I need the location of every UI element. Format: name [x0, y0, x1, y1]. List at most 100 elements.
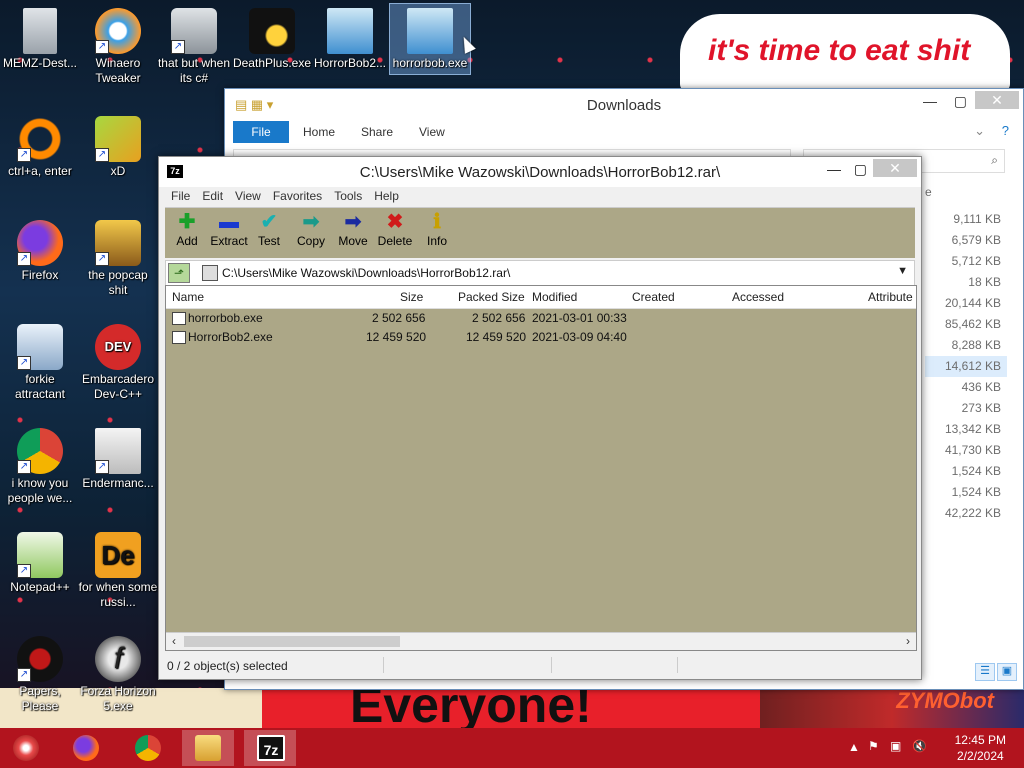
show-hidden-icons-icon[interactable]: ▲ — [848, 740, 860, 754]
explorer-titlebar[interactable]: ▤ ▦ ▾ Downloads — ▢ ✕ — [225, 89, 1023, 119]
path-text[interactable]: C:\Users\Mike Wazowski\Downloads\HorrorB… — [222, 266, 510, 280]
plus-icon: ✚ — [178, 211, 196, 233]
details-view-icon[interactable]: ☰ — [975, 663, 995, 681]
column-header-size-partial[interactable]: e — [925, 185, 932, 199]
file-name: HorrorBob2.exe — [188, 330, 273, 344]
file-size: 6,579 KB — [951, 233, 1001, 247]
column-header-packed-size[interactable]: Packed Size — [458, 290, 525, 304]
add-button[interactable]: ✚ Add — [165, 210, 209, 248]
desktop-icon-notepadpp[interactable]: ↗ Notepad++ — [0, 528, 80, 595]
papers-please-icon: ↗ — [17, 636, 63, 682]
chevron-down-icon[interactable]: ▼ — [897, 265, 908, 277]
desktop-icon-xd[interactable]: ↗ xD — [78, 112, 158, 179]
desktop-icon-label: the popcap shit — [88, 268, 148, 297]
chrome-icon: ↗ — [17, 428, 63, 474]
flag-icon[interactable]: ⚑ — [868, 739, 879, 753]
desktop-icon-label: Embarcadero Dev-C++ — [81, 372, 155, 401]
desktop-icon-csharp[interactable]: ↗ that but when its c# — [154, 4, 234, 86]
taskbar-chrome[interactable] — [122, 730, 174, 766]
desktop-icon-deathplus[interactable]: DeathPlus.exe — [232, 4, 312, 71]
table-row[interactable]: horrorbob.exe 2 502 656 2 502 656 2021-0… — [166, 309, 916, 328]
file-modified: 2021-03-09 04:40 — [532, 330, 627, 344]
desktop-icon-forkie[interactable]: ↗ forkie attractant — [0, 320, 80, 402]
menu-file[interactable]: File — [165, 187, 196, 205]
column-header-attributes[interactable]: Attribute — [868, 290, 913, 304]
notepadpp-icon: ↗ — [17, 532, 63, 578]
volume-muted-icon[interactable]: 🔇 — [912, 739, 927, 753]
file-size: 41,730 KB — [944, 443, 1001, 457]
ribbon-tab-view[interactable]: View — [419, 125, 445, 139]
desktop-icon-popcap[interactable]: ↗ the popcap shit — [78, 216, 158, 298]
taskbar-firefox[interactable] — [60, 730, 112, 766]
desktop-icon-endermanch[interactable]: ↗ Endermanc... — [78, 424, 158, 491]
extract-button[interactable]: ▬ Extract — [207, 210, 251, 248]
scrollbar-thumb[interactable] — [184, 636, 400, 647]
winaero-icon: ↗ — [95, 8, 141, 54]
minimize-button[interactable]: — — [923, 93, 937, 109]
desktop-icon-label: Firefox — [21, 268, 59, 282]
desktop-icon-ctrl-a[interactable]: ↗ ctrl+a, enter — [0, 112, 80, 179]
minimize-button[interactable]: — — [827, 161, 841, 177]
7zip-window[interactable]: 7z C:\Users\Mike Wazowski\Downloads\Horr… — [158, 156, 922, 680]
scroll-left-icon[interactable]: ‹ — [166, 634, 182, 648]
column-header-modified[interactable]: Modified — [532, 290, 577, 304]
menu-help[interactable]: Help — [368, 187, 405, 205]
move-button[interactable]: ➡ Move — [331, 210, 375, 248]
file-size: 20,144 KB — [944, 296, 1001, 310]
test-button[interactable]: ✔ Test — [247, 210, 291, 248]
maximize-button[interactable]: ▢ — [954, 93, 967, 110]
7zip-title: C:\Users\Mike Wazowski\Downloads\HorrorB… — [359, 164, 721, 181]
desktop-icon-papers-please[interactable]: ↗ Papers, Please — [0, 632, 80, 714]
info-button[interactable]: ℹ Info — [415, 210, 459, 248]
app-window-shield-icon — [407, 8, 453, 54]
ribbon-tab-home[interactable]: Home — [303, 125, 335, 139]
add-label: Add — [176, 234, 198, 248]
desktop-icon-forza[interactable]: f Forza Horizon 5.exe — [78, 632, 158, 714]
up-folder-icon[interactable]: ⬏ — [168, 263, 190, 283]
close-button[interactable]: ✕ — [975, 91, 1019, 109]
7zip-file-list[interactable]: Name Size Packed Size Modified Created A… — [165, 285, 917, 651]
desktop-icon-label: that but when its c# — [157, 56, 231, 85]
start-button[interactable] — [0, 730, 52, 766]
chevron-down-icon[interactable]: ⌄ — [974, 123, 985, 139]
delete-button[interactable]: ✖ Delete — [373, 210, 417, 248]
archive-icon — [202, 265, 218, 281]
close-button[interactable]: ✕ — [873, 159, 917, 177]
taskbar-7zip[interactable]: 7z — [244, 730, 296, 766]
extract-label: Extract — [210, 234, 248, 248]
menu-view[interactable]: View — [229, 187, 267, 205]
ribbon-tab-file[interactable]: File — [233, 121, 289, 143]
taskbar-file-explorer[interactable] — [182, 730, 234, 766]
horizontal-scrollbar[interactable]: ‹ › — [166, 632, 916, 650]
desktop-icon-horrorbob2[interactable]: HorrorBob2... — [310, 4, 390, 71]
desktop-icon-winaero[interactable]: ↗ Winaero Tweaker — [78, 4, 158, 86]
help-icon[interactable]: ? — [1002, 123, 1009, 138]
desktop-icon-chrome[interactable]: ↗ i know you people we... — [0, 424, 80, 506]
desktop-icon-label: for when some russi... — [78, 580, 158, 609]
file-packed-size: 2 502 656 — [472, 311, 526, 325]
menu-edit[interactable]: Edit — [196, 187, 229, 205]
desktop-icon-russi[interactable]: De for when some russi... — [78, 528, 158, 610]
large-icons-view-icon[interactable]: ▣ — [997, 663, 1017, 681]
network-icon[interactable]: ▣ — [890, 739, 901, 753]
menu-tools[interactable]: Tools — [328, 187, 368, 205]
ribbon-tab-share[interactable]: Share — [361, 125, 393, 139]
desktop-icon-label: ctrl+a, enter — [8, 164, 72, 178]
clock[interactable]: 12:45 PM 2/2/2024 — [955, 732, 1006, 764]
desktop-icon-devcpp[interactable]: DEV Embarcadero Dev-C++ — [78, 320, 158, 402]
desktop-icon-firefox[interactable]: ↗ Firefox — [0, 216, 80, 283]
column-header-name[interactable]: Name — [172, 290, 204, 304]
maximize-button[interactable]: ▢ — [854, 161, 867, 178]
move-label: Move — [338, 234, 368, 248]
7zip-titlebar[interactable]: 7z C:\Users\Mike Wazowski\Downloads\Horr… — [159, 157, 921, 187]
column-header-size[interactable]: Size — [400, 290, 423, 304]
menu-favorites[interactable]: Favorites — [267, 187, 328, 205]
table-row[interactable]: HorrorBob2.exe 12 459 520 12 459 520 202… — [166, 328, 916, 347]
shortcut-arrow-icon: ↗ — [17, 148, 31, 162]
column-header-accessed[interactable]: Accessed — [732, 290, 784, 304]
desktop-icon-memz[interactable]: MEMZ-Dest... — [0, 4, 80, 71]
column-header-created[interactable]: Created — [632, 290, 675, 304]
copy-button[interactable]: ➡ Copy — [289, 210, 333, 248]
scroll-right-icon[interactable]: › — [900, 634, 916, 648]
7zip-path-bar[interactable]: ⬏ C:\Users\Mike Wazowski\Downloads\Horro… — [165, 260, 915, 286]
